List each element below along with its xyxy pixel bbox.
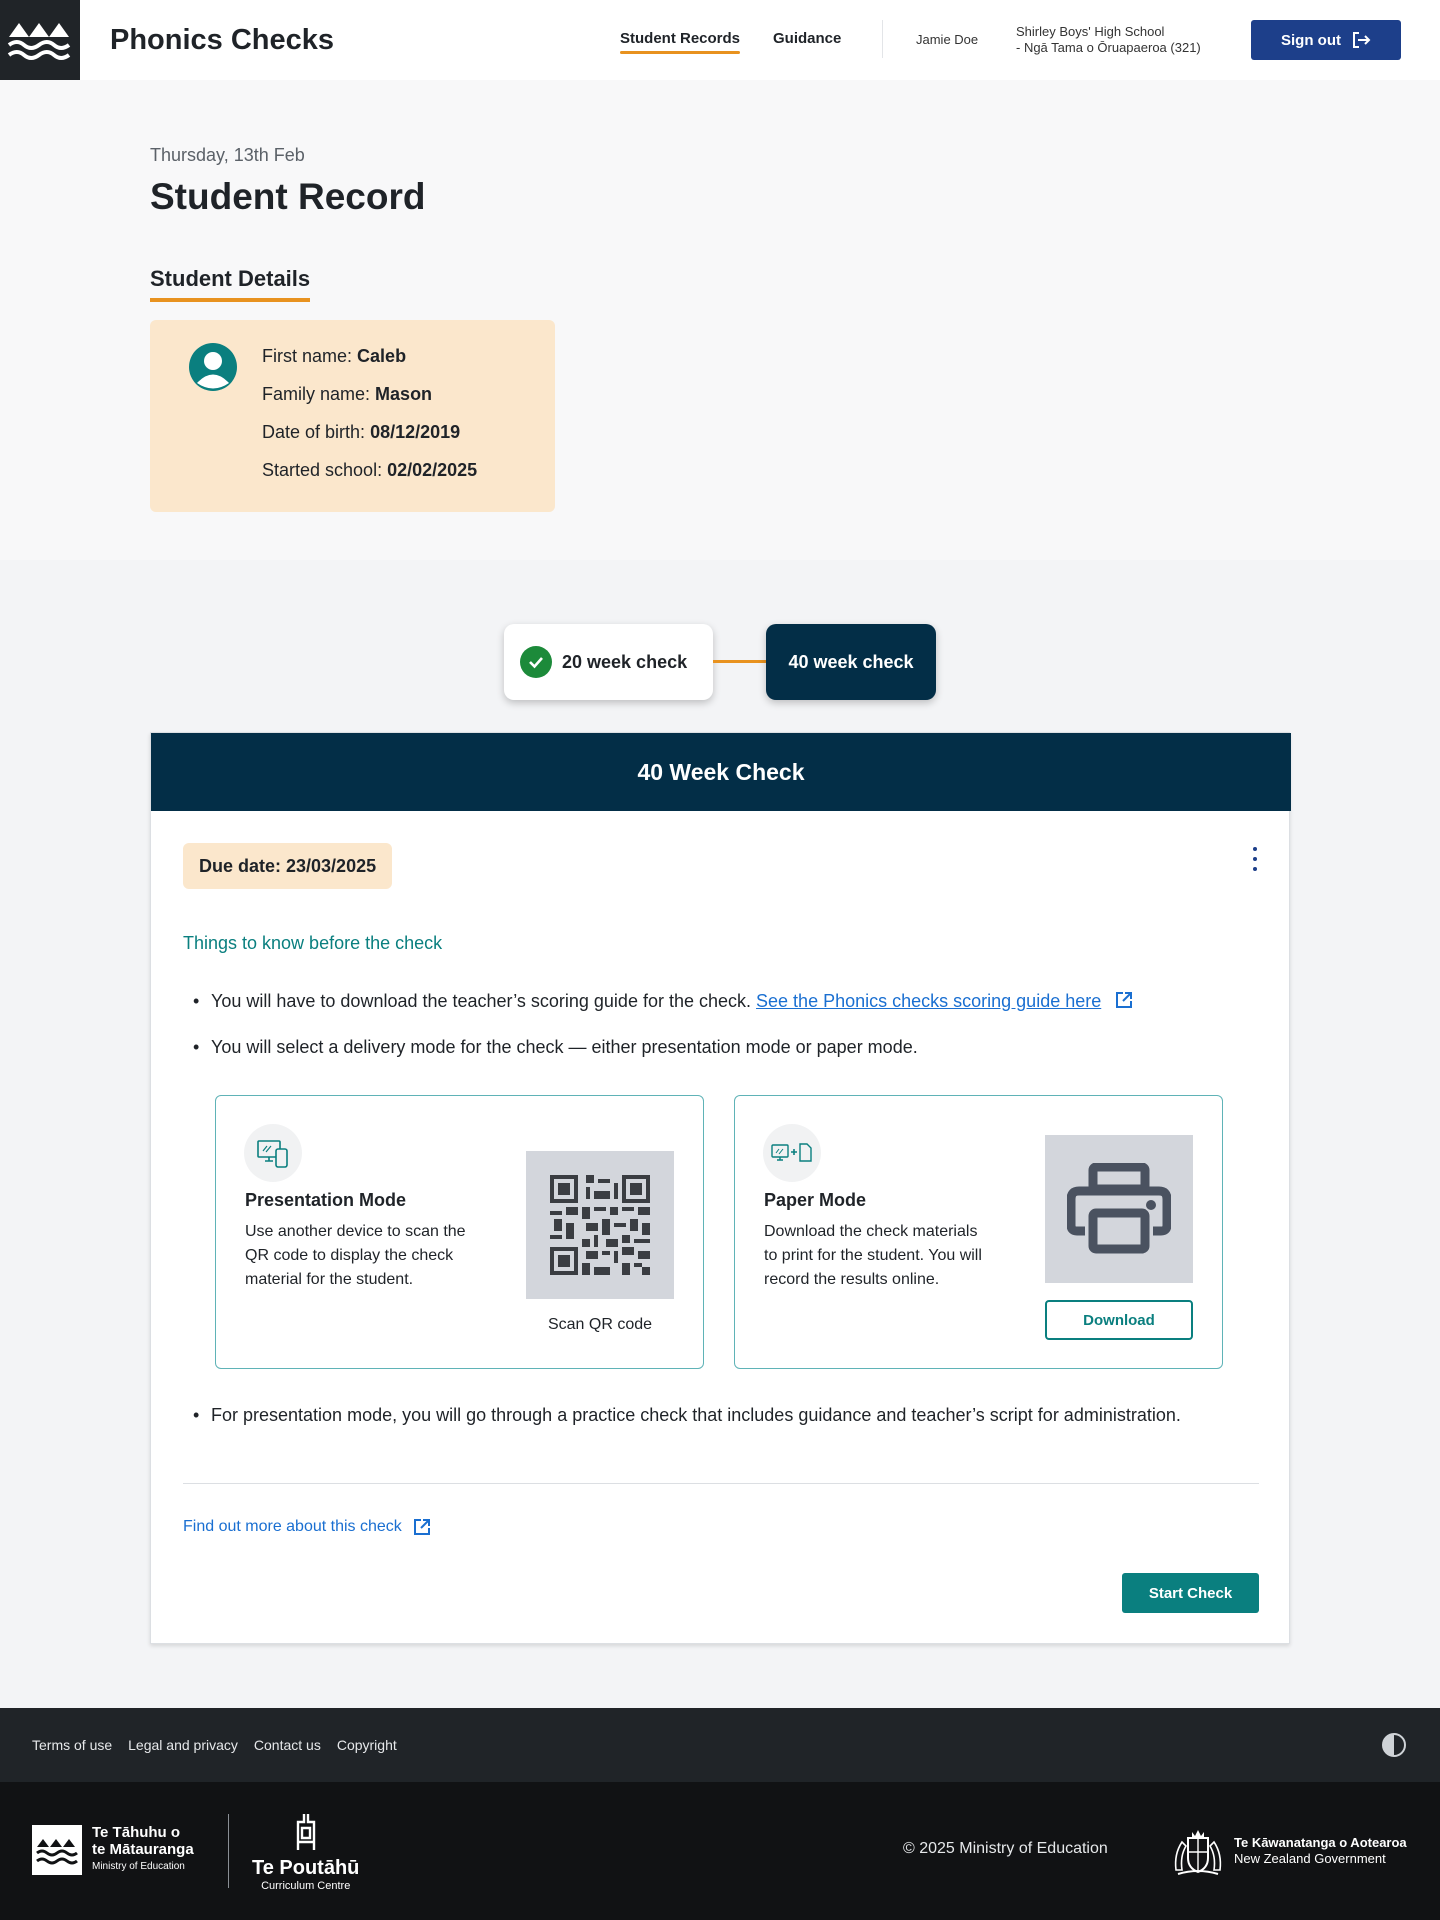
- qr-code-icon: [550, 1175, 650, 1275]
- family-name-value: Mason: [375, 384, 433, 404]
- download-button[interactable]: Download: [1045, 1300, 1193, 1340]
- sign-out-icon: [1353, 32, 1371, 48]
- check-card: 40 Week Check Due date: 23/03/2025 Thing…: [150, 732, 1291, 1644]
- bullet-practice-check: For presentation mode, you will go throu…: [193, 1400, 1211, 1430]
- app-header: Phonics Checks Student Records Guidance …: [0, 0, 1440, 80]
- moe-logo[interactable]: [0, 0, 80, 80]
- tab-student-details[interactable]: Student Details: [150, 266, 311, 302]
- footer-link-terms[interactable]: Terms of use: [32, 1737, 112, 1753]
- bullet-delivery-mode: You will select a delivery mode for the …: [193, 1032, 918, 1062]
- student-details-card: First name: Caleb Family name: Mason Dat…: [150, 320, 555, 512]
- sign-out-label: Sign out: [1281, 31, 1341, 49]
- moe-logo-mark: [32, 1824, 82, 1875]
- footer-copyright: © 2025 Ministry of Education: [903, 1840, 1108, 1857]
- things-to-know-heading: Things to know before the check: [183, 933, 443, 953]
- school-name: Shirley Boys' High School - Ngā Tama o Ō…: [1016, 24, 1201, 56]
- qr-code[interactable]: [526, 1151, 674, 1299]
- step-40-week-check[interactable]: 40 week check: [766, 624, 936, 700]
- footer-link-contact[interactable]: Contact us: [254, 1737, 321, 1753]
- app-title: Phonics Checks: [110, 23, 335, 56]
- student-details-list: First name: Caleb Family name: Mason Dat…: [262, 346, 477, 498]
- presentation-devices-icon: [244, 1124, 302, 1182]
- moe-footer-logo[interactable]: Te Tāhuhu o te Mātauranga Ministry of Ed…: [32, 1824, 194, 1875]
- step-20-label: 20 week check: [562, 651, 688, 672]
- school-line-1: Shirley Boys' High School: [1016, 24, 1165, 39]
- poutahu-icon: [296, 1814, 315, 1850]
- nz-coat-of-arms-icon: [1174, 1830, 1222, 1875]
- more-options-icon[interactable]: [1245, 841, 1265, 877]
- printer-image: [1045, 1135, 1193, 1283]
- printer-icon: [1067, 1163, 1171, 1254]
- footer-link-legal[interactable]: Legal and privacy: [128, 1737, 238, 1753]
- card-divider: [183, 1483, 1259, 1484]
- nav-guidance[interactable]: Guidance: [773, 30, 841, 51]
- presentation-mode-title: Presentation Mode: [245, 1190, 407, 1210]
- paper-mode-icon: [763, 1124, 821, 1182]
- footer-links: Terms of use Legal and privacy Contact u…: [32, 1708, 397, 1782]
- footer-brand-bar: Te Tāhuhu o te Mātauranga Ministry of Ed…: [0, 1782, 1440, 1920]
- due-date-badge: Due date: 23/03/2025: [183, 843, 393, 889]
- family-name-row: Family name: Mason: [262, 384, 433, 404]
- page-title: Student Record: [150, 176, 426, 217]
- moe-wordmark: Te Tāhuhu o te Mātauranga Ministry of Ed…: [92, 1824, 194, 1872]
- check-card-title: 40 Week Check: [151, 733, 1291, 811]
- sign-out-button[interactable]: Sign out: [1251, 20, 1401, 60]
- user-avatar-icon: [189, 343, 237, 391]
- paper-mode-description: Download the check materials to print fo…: [764, 1223, 982, 1288]
- school-line-2: - Ngā Tama o Ōruapaeroa (321): [1016, 40, 1201, 55]
- nz-government-wordmark: Te Kāwanatanga o Aotearoa New Zealand Go…: [1234, 1835, 1407, 1866]
- main-nav: Student Records Guidance: [620, 0, 841, 80]
- external-link-icon: [413, 1519, 430, 1535]
- footer-divider: [228, 1814, 229, 1888]
- check-circle-icon: [520, 646, 552, 678]
- footer-links-bar: Terms of use Legal and privacy Contact u…: [0, 1708, 1440, 1782]
- dob-value: 08/12/2019: [370, 422, 461, 442]
- paper-mode-title: Paper Mode: [764, 1190, 867, 1210]
- first-name-value: Caleb: [357, 346, 407, 366]
- external-link-icon[interactable]: [1114, 990, 1134, 1010]
- qr-caption: Scan QR code: [547, 1316, 653, 1333]
- find-out-more-label: Find out more about this check: [183, 1518, 402, 1535]
- step-connector: [713, 660, 766, 663]
- footer-link-copyright[interactable]: Copyright: [337, 1737, 397, 1753]
- step-20-week-check[interactable]: 20 week check: [504, 624, 713, 700]
- presentation-mode-description: Use another device to scan the QR code t…: [245, 1223, 466, 1288]
- presentation-mode-card: Presentation Mode Use another device to …: [215, 1095, 704, 1369]
- scoring-guide-link[interactable]: See the Phonics checks scoring guide her…: [756, 991, 1101, 1011]
- first-name-row: First name: Caleb: [262, 346, 407, 366]
- step-40-label: 40 week check: [788, 651, 914, 672]
- start-check-button[interactable]: Start Check: [1122, 1573, 1259, 1613]
- started-school-row: Started school: 02/02/2025: [262, 460, 478, 480]
- theme-toggle-icon[interactable]: [1382, 1733, 1406, 1757]
- poutahu-logo[interactable]: Te Poutāhū Curriculum Centre: [252, 1812, 359, 1892]
- nav-divider: [882, 20, 883, 58]
- started-school-value: 02/02/2025: [387, 460, 478, 480]
- find-out-more-link[interactable]: Find out more about this check: [183, 1517, 432, 1537]
- bullet-scoring-guide: You will have to download the teacher’s …: [193, 986, 1134, 1016]
- nav-student-records[interactable]: Student Records: [620, 30, 741, 54]
- dob-row: Date of birth: 08/12/2019: [262, 422, 461, 442]
- paper-mode-card: Paper Mode Download the check materials …: [734, 1095, 1223, 1369]
- user-name: Jamie Doe: [916, 32, 979, 47]
- current-date: Thursday, 13th Feb: [150, 145, 305, 165]
- nz-government-logo[interactable]: Te Kāwanatanga o Aotearoa New Zealand Go…: [1170, 1824, 1407, 1878]
